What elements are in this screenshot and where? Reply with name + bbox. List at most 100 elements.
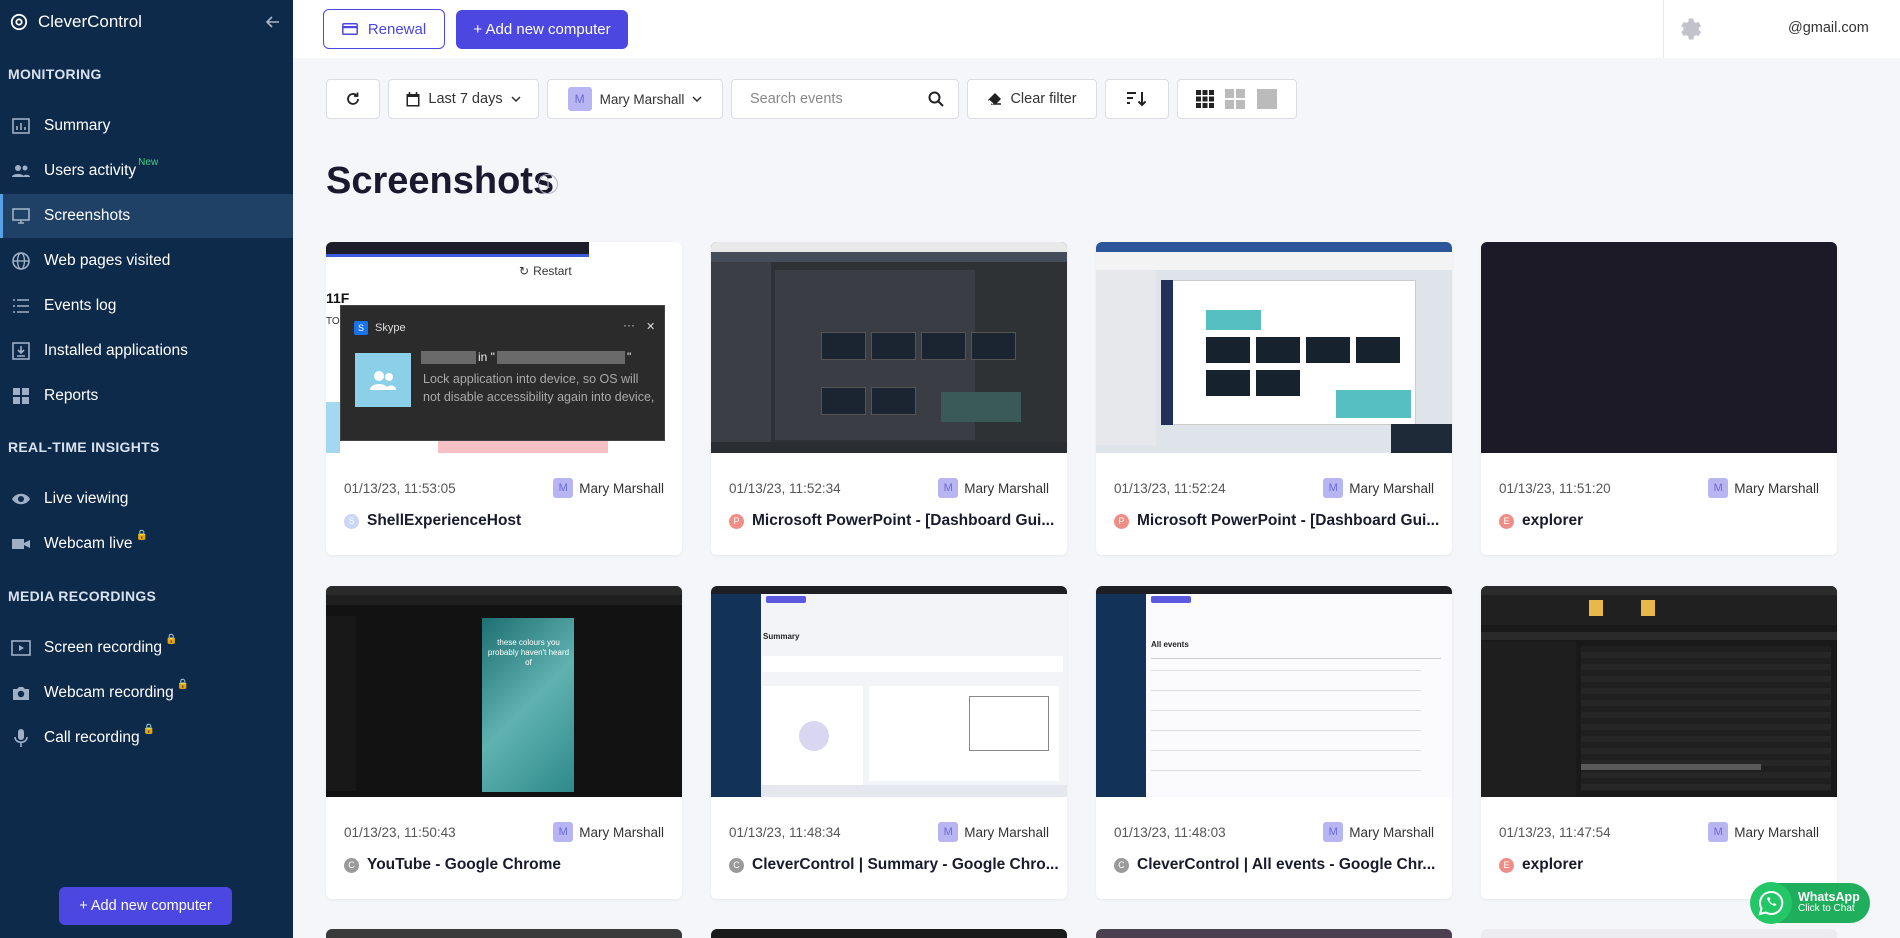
- user-dropdown[interactable]: M Mary Marshall: [547, 79, 723, 119]
- sidebar-item-webcam-live[interactable]: Webcam live 🔒: [0, 522, 293, 566]
- thumb-ribbon: [1096, 252, 1452, 270]
- screenshot-time: 01/13/23, 11:53:05: [344, 481, 456, 496]
- grid-large-icon[interactable]: [1256, 88, 1278, 110]
- screenshot-card[interactable]: 01/13/23, 11:47:54 M Mary Marshall Eexplo…: [1481, 586, 1837, 899]
- thumb-button: [766, 596, 806, 603]
- clear-filter-button[interactable]: Clear filter: [967, 79, 1097, 119]
- sidebar-item-users-activity[interactable]: Users activity New: [0, 149, 293, 193]
- whatsapp-text: WhatsApp Click to Chat: [1798, 891, 1860, 915]
- brand-logo[interactable]: CleverControl: [10, 12, 142, 32]
- add-computer-button[interactable]: + Add new computer: [456, 10, 628, 49]
- user-name: Mary Marshall: [599, 91, 685, 107]
- sidebar-item-call-recording[interactable]: Call recording 🔒: [0, 716, 293, 760]
- lock-icon: 🔒: [165, 633, 178, 645]
- sort-button[interactable]: [1105, 79, 1169, 119]
- collapse-sidebar-button[interactable]: [263, 12, 283, 32]
- screenshot-app: P Microsoft PowerPoint - [Dashboard Gui..…: [1114, 512, 1444, 530]
- toast-quote: ": [626, 350, 632, 364]
- grid-small-icon[interactable]: [1196, 90, 1214, 108]
- screenshot-card-partial[interactable]: [326, 929, 682, 938]
- monitor-icon: [10, 205, 32, 227]
- sidebar-add-computer-button[interactable]: + Add new computer: [59, 887, 232, 925]
- screenshot-thumbnail[interactable]: these colours you probably haven't heard…: [326, 586, 682, 797]
- screenshot-thumbnail[interactable]: [711, 242, 1067, 453]
- screenshot-card[interactable]: Summary 01/13/23, 11:48:34 M Mary Marshal…: [711, 586, 1067, 899]
- app-icon: C: [1114, 857, 1129, 873]
- screenshot-thumbnail[interactable]: [1481, 242, 1837, 453]
- toast-app-name: Skype: [375, 322, 406, 334]
- thumb-tab-strip: [326, 254, 589, 257]
- info-icon[interactable]: i: [538, 174, 558, 194]
- screenshot-thumbnail[interactable]: Summary: [711, 586, 1067, 797]
- sidebar-item-reports[interactable]: Reports: [0, 374, 293, 418]
- refresh-button[interactable]: [326, 79, 380, 119]
- sidebar-item-screen-recording[interactable]: Screen recording 🔒: [0, 626, 293, 670]
- screenshot-time: 01/13/23, 11:52:34: [729, 481, 841, 496]
- grid-icon: [10, 385, 32, 407]
- user-name: Mary Marshall: [1349, 824, 1434, 840]
- user-avatar: M: [553, 478, 574, 498]
- section-monitoring: MONITORING: [8, 66, 102, 82]
- sidebar-item-webcam-recording[interactable]: Webcam recording 🔒: [0, 671, 293, 715]
- sidebar-item-events-log[interactable]: Events log: [0, 284, 293, 328]
- search-box[interactable]: [731, 79, 959, 119]
- screenshot-card[interactable]: these colours you probably haven't heard…: [326, 586, 682, 899]
- screenshot-thumbnail[interactable]: All events: [1096, 586, 1452, 797]
- renewal-label: Renewal: [367, 20, 427, 38]
- screenshot-card-partial[interactable]: [1481, 929, 1837, 938]
- topbar-divider: [1663, 0, 1664, 58]
- thumb-statusbar: [711, 442, 1067, 453]
- sidebar-item-screenshots[interactable]: Screenshots: [0, 194, 293, 238]
- screenshot-card[interactable]: 01/13/23, 11:52:34 M Mary Marshall P Micro…: [711, 242, 1067, 555]
- screenshot-time: 01/13/23, 11:48:03: [1114, 825, 1226, 840]
- screenshot-thumbnail[interactable]: [1481, 586, 1837, 797]
- page-title: Screenshots: [326, 160, 555, 202]
- thumb-browser-bar: [326, 242, 589, 254]
- redacted-block: [496, 350, 625, 364]
- toast-more-icon: ···: [623, 318, 635, 332]
- screenshot-card[interactable]: 01/13/23, 11:52:24 M Mary Marshall P Micro…: [1096, 242, 1452, 555]
- grid-medium-icon[interactable]: [1224, 88, 1246, 110]
- screenshot-thumbnail[interactable]: ↻ Restart 11F TO S Skype ··· ✕ in " " Loc…: [326, 242, 682, 453]
- thumb-ribbon: [711, 252, 1067, 262]
- folder-icon: [1589, 600, 1603, 616]
- search-input[interactable]: [750, 91, 920, 107]
- sidebar-item-installed-apps[interactable]: Installed applications: [0, 329, 293, 373]
- thumb-donut: [799, 721, 829, 751]
- user-name: Mary Marshall: [1349, 480, 1434, 496]
- sidebar-item-live-viewing[interactable]: Live viewing: [0, 477, 293, 521]
- thumb-addressbar: [1481, 632, 1837, 640]
- screenshot-card[interactable]: All events 01/13/23, 11:48:03 M Mary Mars…: [1096, 586, 1452, 899]
- eye-icon: [10, 488, 32, 510]
- sidebar-item-label: Call recording: [44, 729, 140, 746]
- gear-icon[interactable]: [1676, 15, 1704, 43]
- screenshot-card[interactable]: 01/13/23, 11:51:20 M Mary Marshall Eexplo…: [1481, 242, 1837, 555]
- user-avatar: M: [567, 87, 592, 111]
- thumb-line: [1151, 750, 1421, 751]
- thumb-panel: [711, 262, 771, 442]
- whatsapp-icon: [1750, 882, 1792, 924]
- screenshot-app: C YouTube - Google Chrome: [344, 856, 674, 874]
- sidebar-item-web-pages[interactable]: Web pages visited: [0, 239, 293, 283]
- lock-icon: 🔒: [135, 529, 148, 541]
- renewal-button[interactable]: Renewal: [323, 9, 445, 49]
- thumb-image: [1206, 370, 1250, 396]
- calendar-icon: [406, 91, 420, 106]
- thumb-image: [821, 387, 866, 415]
- app-icon: E: [1499, 857, 1514, 873]
- thumb-footer: [761, 785, 1067, 797]
- whatsapp-chat-button[interactable]: WhatsApp Click to Chat: [1750, 882, 1870, 924]
- screenshot-card-partial[interactable]: [711, 929, 1067, 938]
- app-name: ShellExperienceHost: [367, 512, 522, 529]
- search-icon[interactable]: [928, 91, 944, 107]
- screenshot-card-partial[interactable]: [1096, 929, 1452, 938]
- sidebar-item-summary[interactable]: Summary: [0, 104, 293, 148]
- user-avatar: M: [553, 822, 574, 842]
- date-range-dropdown[interactable]: Last 7 days: [388, 79, 539, 119]
- account-email[interactable]: @gmail.com: [1788, 20, 1869, 36]
- screenshot-card[interactable]: ↻ Restart 11F TO S Skype ··· ✕ in " " Loc…: [326, 242, 682, 555]
- screenshot-user: M Mary Marshall: [553, 478, 664, 498]
- thumb-line: [1151, 658, 1441, 659]
- screenshot-thumbnail[interactable]: [1096, 242, 1452, 453]
- screenshot-user: M Mary Marshall: [1708, 478, 1819, 498]
